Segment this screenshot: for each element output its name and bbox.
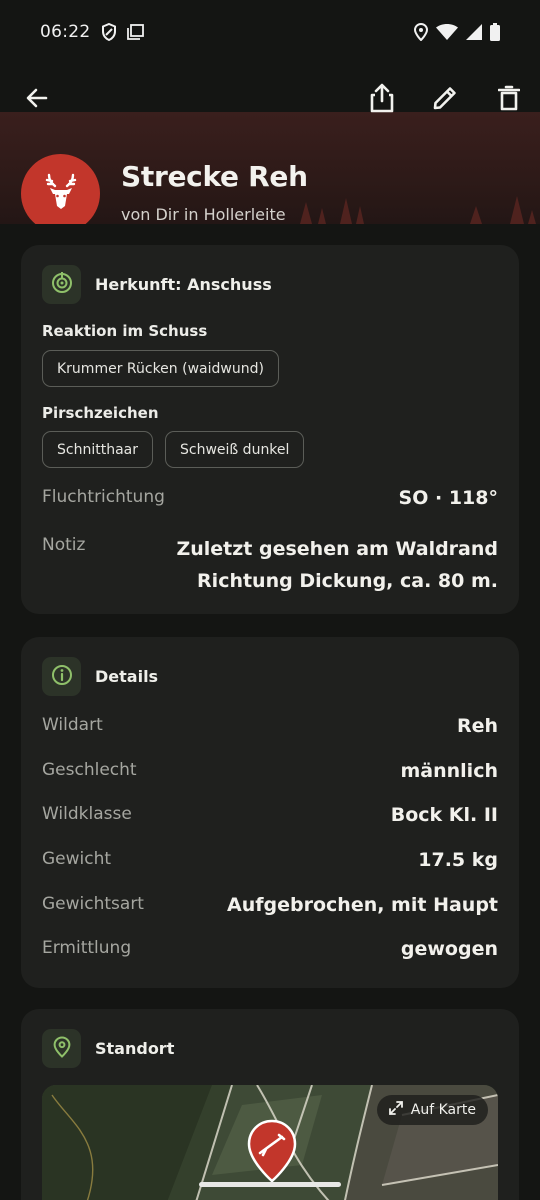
delete-button[interactable]: [485, 76, 533, 124]
card-icon-box: [42, 1029, 81, 1068]
sign-chip: Schnitthaar: [42, 431, 153, 468]
note-row: Notiz Zuletzt gesehen am Waldrand Richtu…: [42, 535, 498, 597]
detail-value: 17.5 kg: [418, 849, 498, 871]
signs-chips: Schnitthaar Schweiß dunkel: [42, 431, 305, 468]
wifi-icon: [436, 24, 458, 40]
location-status-icon: [414, 23, 428, 41]
detail-value: Aufgebrochen, mit Haupt: [227, 894, 498, 916]
location-card: Standort Auf Karte: [21, 1009, 519, 1200]
detail-row: Gewicht 17.5 kg: [42, 849, 498, 871]
detail-row: Wildart Reh: [42, 715, 498, 737]
top-app-bar: [0, 76, 540, 128]
open-map-label: Auf Karte: [410, 1102, 476, 1118]
reaction-chip: Krummer Rücken (waidwund): [42, 350, 279, 387]
status-time: 06:22: [40, 22, 91, 42]
detail-row: Gewichtsart Aufgebrochen, mit Haupt: [42, 894, 498, 916]
map-marker[interactable]: [246, 1119, 298, 1185]
back-button[interactable]: [13, 76, 61, 124]
edit-button[interactable]: [421, 76, 469, 124]
shield-icon: [101, 23, 117, 41]
share-icon: [369, 83, 395, 117]
detail-row: Ermittlung gewogen: [42, 938, 498, 960]
page-subtitle: von Dir in Hollerleite: [121, 205, 286, 224]
details-card-title: Details: [95, 667, 159, 686]
map-pin-icon: [53, 1035, 71, 1062]
detail-label: Wildklasse: [42, 804, 132, 824]
card-icon-box: [42, 657, 81, 696]
card-icon-box: [42, 265, 81, 304]
note-label: Notiz: [42, 535, 86, 555]
avatar: [21, 154, 100, 224]
reaction-chips: Krummer Rücken (waidwund): [42, 350, 279, 387]
note-line: Zuletzt gesehen am Waldrand: [176, 538, 498, 560]
note-line: Richtung Dickung, ca. 80 m.: [197, 570, 498, 592]
gesture-home-bar[interactable]: [199, 1182, 341, 1187]
flight-direction-value: SO · 118°: [398, 487, 498, 509]
battery-icon: [490, 23, 500, 41]
detail-value: Bock Kl. II: [390, 804, 498, 826]
detail-value: gewogen: [400, 938, 498, 960]
sign-chip: Schweiß dunkel: [165, 431, 305, 468]
detail-label: Gewichtsart: [42, 894, 144, 914]
expand-icon: [388, 1101, 403, 1119]
detail-row: Geschlecht männlich: [42, 760, 498, 782]
detail-value: Reh: [456, 715, 498, 737]
deer-head-icon: [41, 172, 81, 216]
detail-row: Wildklasse Bock Kl. II: [42, 804, 498, 826]
signs-label: Pirschzeichen: [42, 404, 159, 422]
target-icon: [51, 271, 73, 298]
detail-label: Ermittlung: [42, 938, 132, 958]
detail-value: männlich: [400, 760, 499, 782]
trash-icon: [497, 85, 521, 115]
reaction-label: Reaktion im Schuss: [42, 322, 208, 340]
signal-icon: [466, 24, 482, 40]
detail-label: Geschlecht: [42, 760, 137, 780]
open-map-button[interactable]: Auf Karte: [376, 1095, 488, 1125]
flight-direction-label: Fluchtrichtung: [42, 487, 165, 507]
info-icon: [51, 664, 73, 690]
origin-card-title: Herkunft: Anschuss: [95, 275, 272, 294]
note-value: Zuletzt gesehen am Waldrand Richtung Dic…: [176, 533, 498, 597]
page-title: Strecke Reh: [121, 160, 308, 193]
arrow-left-icon: [24, 85, 50, 115]
share-button[interactable]: [358, 76, 406, 124]
status-bar: 06:22: [0, 0, 540, 64]
detail-label: Wildart: [42, 715, 103, 735]
screen-icon: [126, 24, 144, 40]
details-card: Details Wildart Reh Geschlecht männlich …: [21, 637, 519, 988]
detail-label: Gewicht: [42, 849, 112, 869]
pencil-icon: [432, 85, 458, 115]
flight-direction-row: Fluchtrichtung SO · 118°: [42, 487, 498, 509]
origin-card: Herkunft: Anschuss Reaktion im Schuss Kr…: [21, 245, 519, 614]
location-card-title: Standort: [95, 1039, 175, 1058]
